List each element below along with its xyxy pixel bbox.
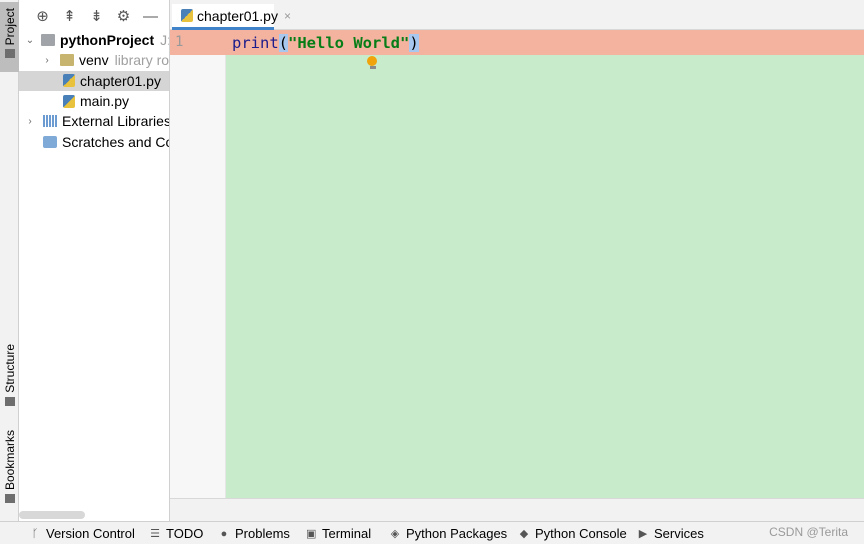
external-libraries-label: External Libraries bbox=[62, 113, 170, 130]
chevron-right-icon[interactable]: › bbox=[40, 55, 54, 66]
project-toolbar: ⊕ ⇞ ⇟ ⚙ — bbox=[19, 0, 169, 32]
status-bar: ᚴ Version Control ☰ TODO ● Problems ▣ Te… bbox=[0, 521, 864, 544]
lightbulb-icon[interactable] bbox=[367, 56, 378, 70]
services-icon: ▶ bbox=[638, 528, 648, 540]
venv-note: library ro bbox=[114, 52, 170, 69]
left-tool-strip: Project Structure Bookmarks bbox=[0, 0, 19, 521]
structure-icon bbox=[4, 396, 15, 406]
horizontal-scrollbar[interactable] bbox=[19, 511, 85, 519]
folder-icon bbox=[41, 34, 55, 47]
python-file-icon bbox=[181, 9, 193, 22]
problems-icon: ● bbox=[220, 527, 228, 540]
scratches-icon bbox=[43, 135, 57, 148]
watermark: CSDN @Terita bbox=[769, 525, 848, 539]
libraries-icon bbox=[43, 115, 57, 128]
packages-icon: ◈ bbox=[390, 528, 400, 540]
tree-item-scratches[interactable]: Scratches and Co bbox=[19, 131, 170, 151]
bookmark-icon bbox=[4, 494, 15, 504]
tab-chapter01[interactable]: chapter01.py × bbox=[172, 4, 291, 30]
structure-tool-tab[interactable]: Structure bbox=[0, 344, 19, 414]
tree-item-chapter01[interactable]: chapter01.py bbox=[19, 70, 169, 91]
chevron-right-icon[interactable]: › bbox=[23, 116, 37, 127]
python-file-icon bbox=[63, 94, 75, 108]
collapse-all-icon[interactable]: ⇟ bbox=[83, 5, 110, 27]
project-tree: ⌄ pythonProject J:\ › venv library ro ch… bbox=[19, 30, 170, 152]
services-button[interactable]: ▶ Services bbox=[638, 526, 704, 541]
root-folder-path: J:\ bbox=[160, 32, 169, 49]
file-name: main.py bbox=[80, 93, 130, 110]
problems-label: Problems bbox=[235, 526, 290, 541]
crosshair-icon[interactable]: ⊕ bbox=[29, 5, 56, 27]
todo-button[interactable]: ☰ TODO bbox=[150, 526, 203, 541]
editor-bottom-strip bbox=[170, 498, 864, 521]
code-string: "Hello World" bbox=[288, 34, 410, 52]
editor-gutter bbox=[170, 30, 226, 498]
bookmarks-tool-tab[interactable]: Bookmarks bbox=[0, 430, 19, 512]
tree-item-root[interactable]: ⌄ pythonProject J:\ bbox=[19, 30, 169, 50]
python-file-icon bbox=[63, 74, 75, 88]
tab-label: chapter01.py bbox=[197, 7, 278, 24]
tree-item-external-libraries[interactable]: › External Libraries bbox=[19, 111, 170, 131]
chevron-down-icon[interactable]: ⌄ bbox=[23, 35, 37, 46]
todo-label: TODO bbox=[166, 526, 204, 541]
project-tool-label: Project bbox=[2, 8, 17, 46]
editor-code-area[interactable] bbox=[226, 30, 864, 498]
expand-all-icon[interactable]: ⇞ bbox=[56, 5, 83, 27]
code-close-paren: ) bbox=[409, 34, 419, 52]
gear-icon[interactable]: ⚙ bbox=[110, 5, 137, 27]
venv-name: venv bbox=[79, 52, 109, 69]
version-control-button[interactable]: ᚴ Version Control bbox=[30, 526, 135, 541]
python-console-icon: ◆ bbox=[519, 528, 529, 540]
terminal-icon: ▣ bbox=[306, 528, 317, 540]
line-number: 1 bbox=[175, 34, 184, 50]
branch-icon: ᚴ bbox=[31, 527, 39, 540]
terminal-button[interactable]: ▣ Terminal bbox=[306, 526, 371, 541]
version-control-label: Version Control bbox=[46, 526, 135, 541]
terminal-label: Terminal bbox=[322, 526, 372, 541]
code-open-paren: ( bbox=[278, 34, 289, 52]
services-label: Services bbox=[654, 526, 704, 541]
folder-icon bbox=[60, 54, 74, 67]
bookmarks-tool-label: Bookmarks bbox=[2, 430, 17, 491]
python-packages-button[interactable]: ◈ Python Packages bbox=[390, 526, 507, 541]
editor-tab-bar: chapter01.py × bbox=[170, 0, 864, 30]
root-folder-name: pythonProject bbox=[60, 32, 155, 49]
structure-tool-label: Structure bbox=[2, 344, 17, 393]
problems-button[interactable]: ● Problems bbox=[219, 526, 290, 541]
python-console-label: Python Console bbox=[535, 526, 627, 541]
list-icon: ☰ bbox=[150, 528, 160, 540]
code-line[interactable]: print("Hello World") bbox=[232, 32, 419, 54]
project-tool-tab[interactable]: Project bbox=[0, 2, 19, 72]
scratches-label: Scratches and Co bbox=[62, 133, 170, 150]
file-name: chapter01.py bbox=[80, 72, 161, 89]
tree-item-venv[interactable]: › venv library ro bbox=[19, 50, 170, 70]
python-packages-label: Python Packages bbox=[406, 526, 508, 541]
folder-icon bbox=[4, 49, 15, 59]
tree-item-main[interactable]: main.py bbox=[19, 91, 169, 111]
python-console-button[interactable]: ◆ Python Console bbox=[519, 526, 627, 541]
code-function: print bbox=[232, 34, 279, 52]
minus-icon[interactable]: — bbox=[137, 5, 164, 27]
project-panel: ⊕ ⇞ ⇟ ⚙ — ⌄ pythonProject J:\ › venv lib… bbox=[19, 0, 170, 521]
close-icon[interactable]: × bbox=[284, 9, 291, 23]
